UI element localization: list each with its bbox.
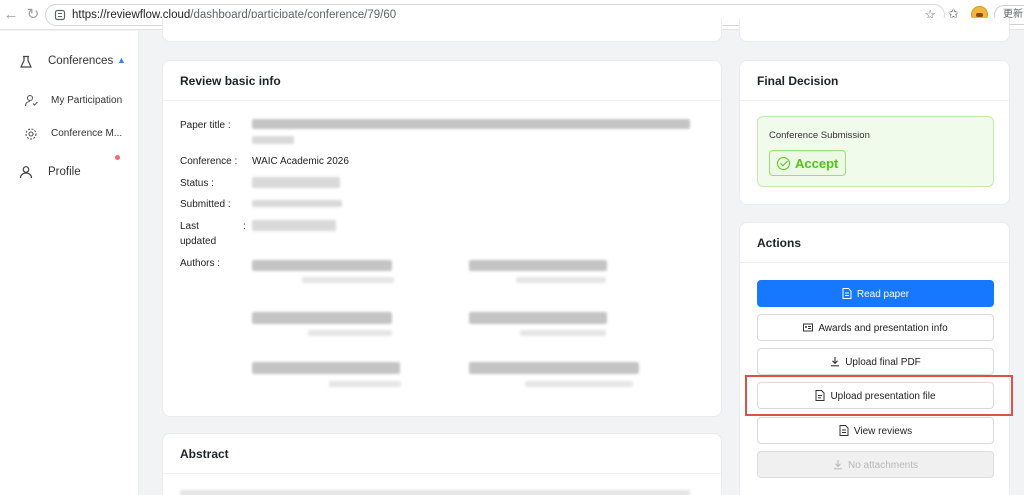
document-icon bbox=[839, 425, 849, 436]
sidebar: Conferences ▲ My Participation Conferenc… bbox=[0, 31, 139, 495]
top-card-bottom bbox=[162, 18, 722, 42]
sidebar-item-label: Conferences bbox=[48, 55, 114, 67]
card-title: Abstract bbox=[180, 447, 229, 461]
download-icon bbox=[831, 357, 840, 367]
paper-title-label: Paper title : bbox=[180, 120, 231, 131]
decision-box: Conference Submission Accept bbox=[757, 116, 994, 187]
read-paper-button[interactable]: Read paper bbox=[757, 280, 994, 307]
read-paper-label: Read paper bbox=[856, 289, 910, 300]
view-reviews-button[interactable]: View reviews bbox=[757, 417, 994, 444]
user-icon bbox=[19, 166, 33, 179]
card-title: Actions bbox=[757, 236, 802, 250]
last-updated-colon: : bbox=[243, 221, 246, 232]
paper-title-value-redacted bbox=[252, 136, 294, 144]
view-reviews-label: View reviews bbox=[853, 426, 913, 437]
sidebar-item-conference-management[interactable]: Conference M... bbox=[0, 120, 139, 146]
last-updated-label: Last bbox=[180, 221, 199, 232]
sidebar-item-label: My Participation bbox=[51, 95, 123, 106]
awards-info-button[interactable]: Awards and presentation info bbox=[757, 314, 994, 341]
no-attachments-button: No attachments bbox=[757, 451, 994, 478]
check-circle-icon bbox=[777, 157, 790, 170]
conference-value: WAIC Academic 2026 bbox=[252, 156, 349, 167]
sidebar-item-my-participation[interactable]: My Participation bbox=[0, 87, 139, 113]
site-info-icon[interactable] bbox=[54, 9, 66, 21]
review-info-card: Review basic info Paper title : Conferen… bbox=[162, 60, 722, 417]
no-attachments-label: No attachments bbox=[847, 460, 919, 471]
reload-icon[interactable]: ↻ bbox=[24, 6, 42, 24]
highlight-box bbox=[745, 375, 1013, 416]
card-header: Final Decision bbox=[740, 61, 1009, 101]
back-arrow-icon[interactable]: ← bbox=[2, 6, 20, 24]
abstract-card: Abstract bbox=[162, 433, 722, 495]
actions-card: Actions Read paper Awards and presentati… bbox=[739, 222, 1010, 495]
status-label: Status : bbox=[180, 178, 214, 189]
conference-label: Conference : bbox=[180, 156, 238, 167]
participation-icon bbox=[24, 94, 38, 107]
awards-info-label: Awards and presentation info bbox=[818, 323, 948, 334]
decision-label: Conference Submission bbox=[769, 130, 870, 141]
abstract-text-redacted bbox=[180, 490, 690, 495]
last-updated-label-line2: updated bbox=[180, 236, 217, 247]
upload-final-pdf-label: Upload final PDF bbox=[845, 357, 921, 368]
download-icon bbox=[833, 460, 842, 470]
sidebar-item-label: Conference M... bbox=[51, 128, 123, 139]
flask-icon bbox=[20, 55, 32, 68]
card-title: Review basic info bbox=[180, 74, 281, 88]
last-updated-value-redacted bbox=[252, 220, 336, 231]
top-card-right-bottom bbox=[739, 18, 1010, 42]
upload-final-pdf-button[interactable]: Upload final PDF bbox=[757, 348, 994, 375]
card-title: Final Decision bbox=[757, 74, 839, 88]
gear-icon bbox=[25, 128, 37, 140]
document-icon bbox=[842, 288, 852, 299]
status-value-redacted bbox=[252, 177, 340, 188]
notification-dot bbox=[115, 155, 120, 160]
sidebar-item-label: Profile bbox=[48, 166, 81, 178]
id-card-icon bbox=[803, 323, 814, 332]
card-header: Actions bbox=[740, 223, 1009, 263]
card-header: Abstract bbox=[163, 434, 721, 474]
submitted-label: Submitted : bbox=[180, 199, 231, 210]
submitted-value-redacted bbox=[252, 200, 342, 207]
decision-text: Accept bbox=[795, 156, 839, 171]
sidebar-item-profile[interactable]: Profile bbox=[0, 158, 139, 184]
final-decision-card: Final Decision Conference Submission Acc… bbox=[739, 60, 1010, 205]
accept-badge: Accept bbox=[769, 150, 846, 176]
authors-label: Authors : bbox=[180, 258, 221, 269]
paper-title-value-redacted bbox=[252, 119, 690, 129]
card-header: Review basic info bbox=[163, 61, 721, 101]
chevron-up-icon[interactable]: ▲ bbox=[117, 55, 126, 65]
sidebar-item-conferences[interactable]: Conferences ▲ bbox=[0, 49, 139, 75]
